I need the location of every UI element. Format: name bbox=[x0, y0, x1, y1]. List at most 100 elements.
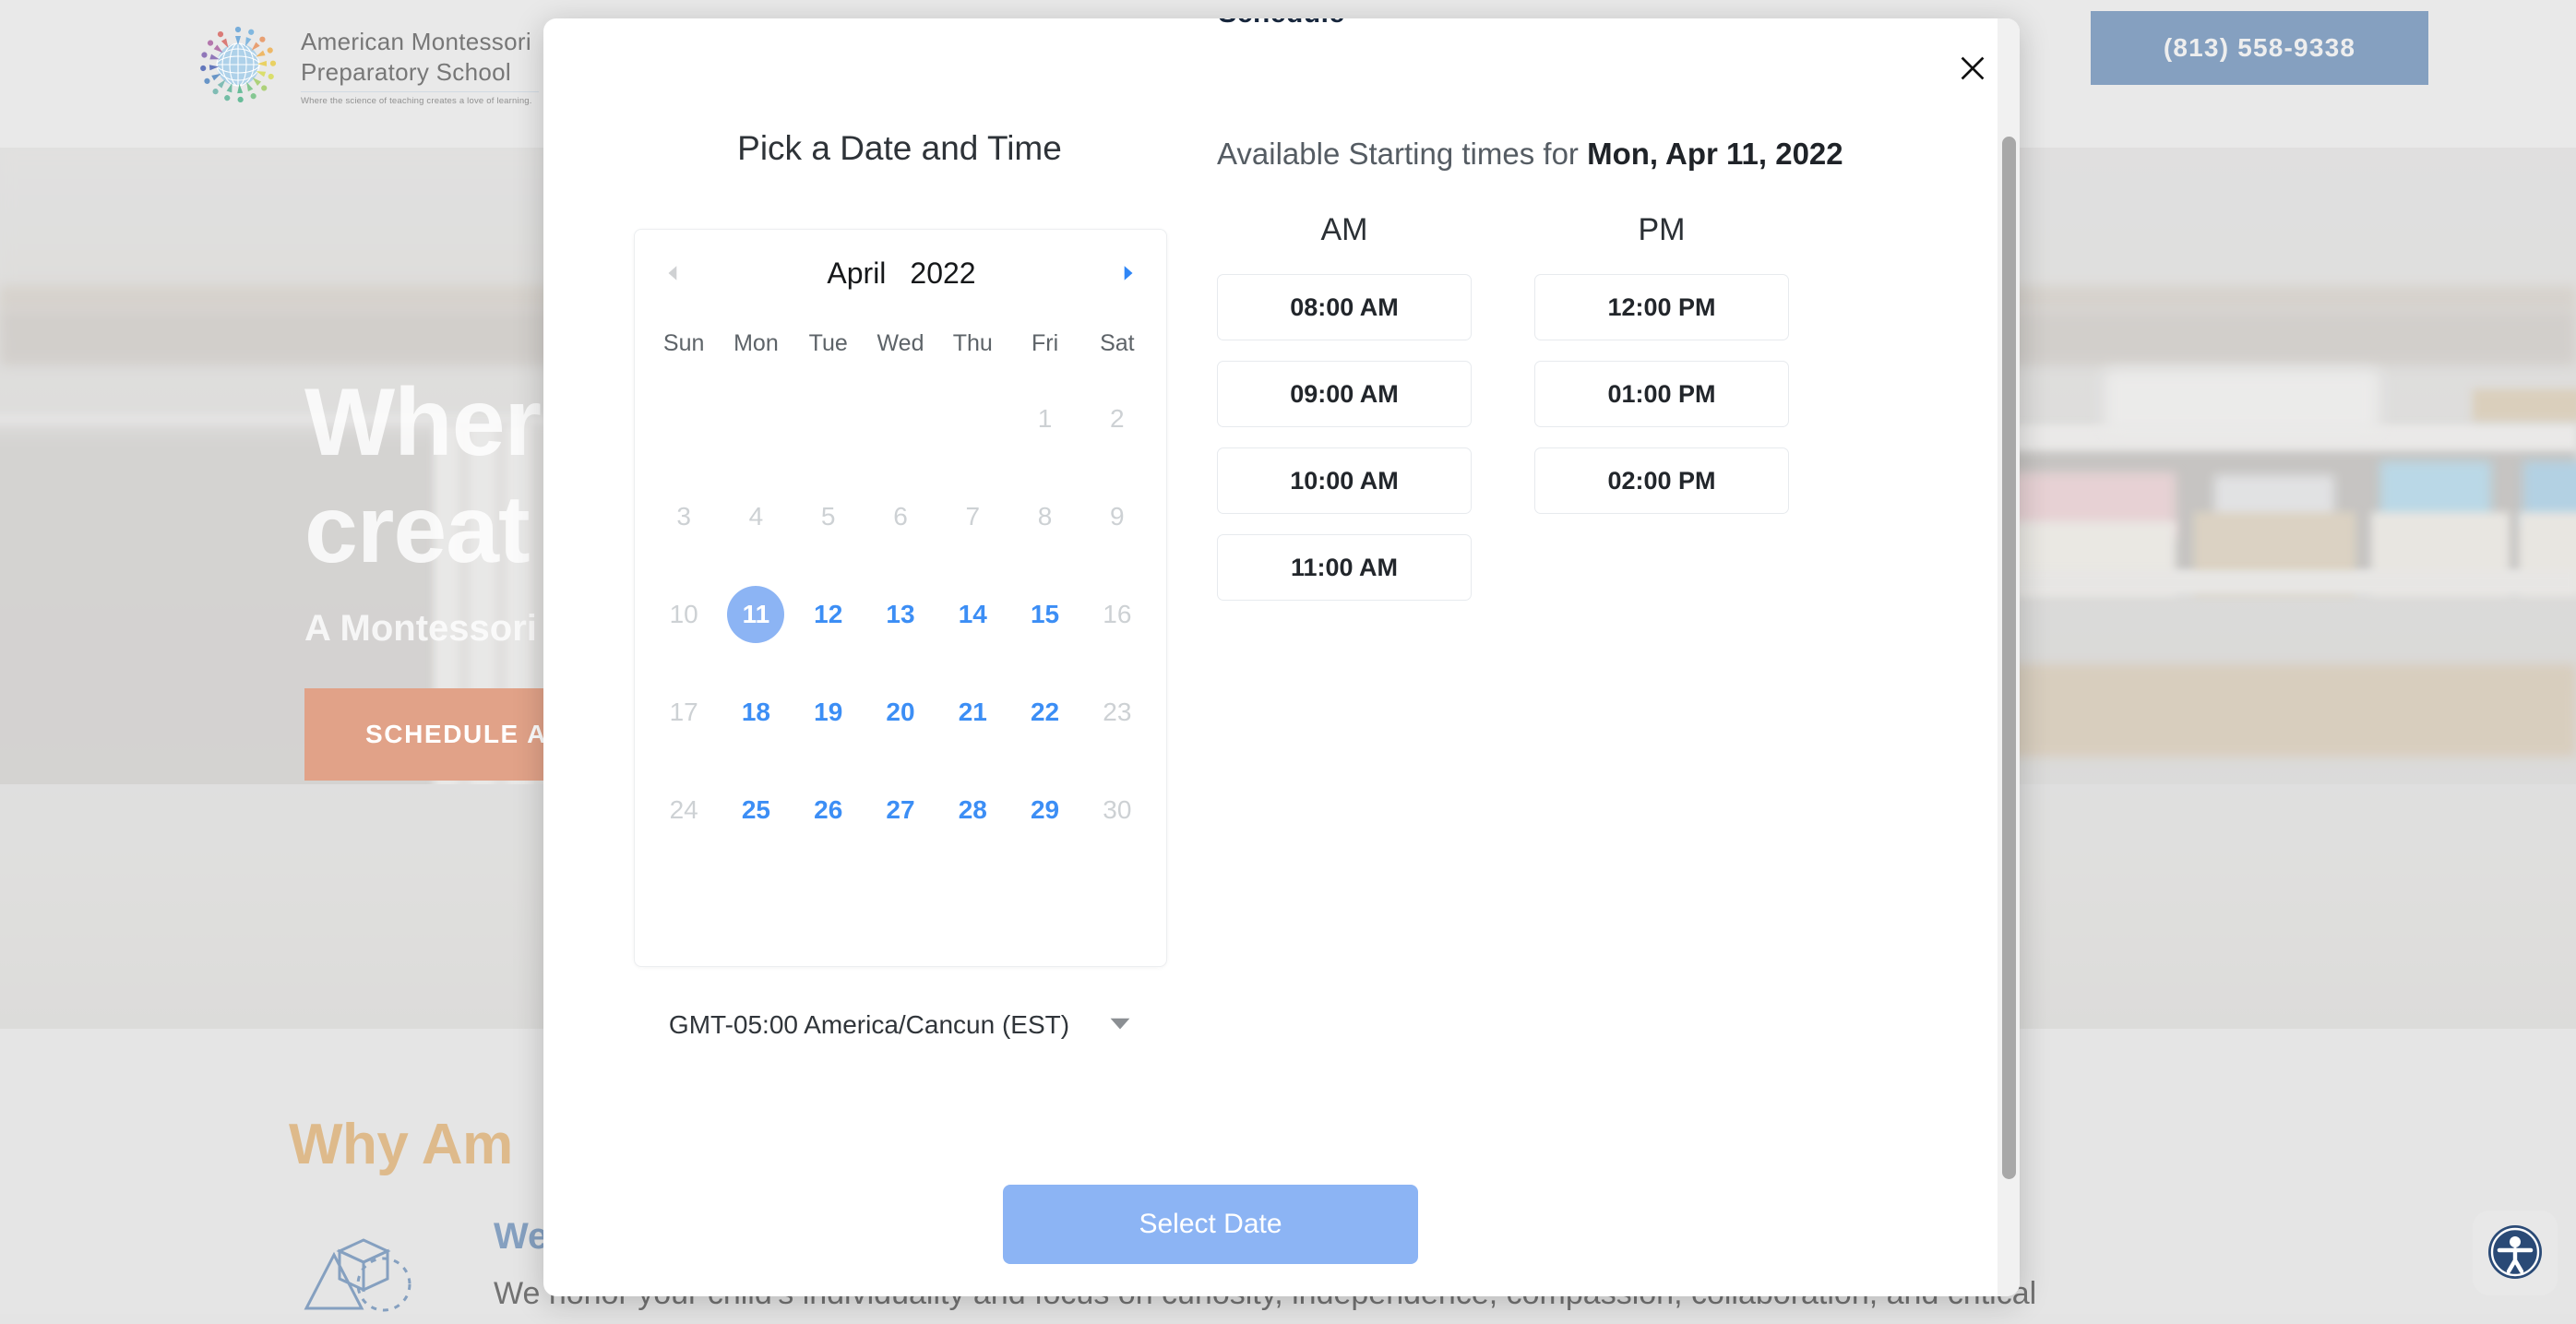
chevron-right-icon bbox=[1117, 263, 1138, 286]
calendar-day-label: 3 bbox=[676, 502, 691, 531]
calendar-day-18[interactable]: 18 bbox=[720, 663, 792, 761]
calendar-day-label: 18 bbox=[742, 698, 770, 727]
calendar-day-label: 28 bbox=[959, 795, 987, 825]
modal-scrollbar-thumb[interactable] bbox=[2002, 137, 2016, 1179]
calendar-day-label: 15 bbox=[1031, 600, 1059, 629]
calendar-day-label: 7 bbox=[965, 502, 980, 531]
calendar-weekday-wed: Wed bbox=[865, 316, 936, 370]
calendar-day-14[interactable]: 14 bbox=[936, 566, 1008, 663]
calendar-day-4: 4 bbox=[720, 468, 792, 566]
calendar-day-label: 4 bbox=[749, 502, 764, 531]
calendar-day-label: 30 bbox=[1103, 795, 1131, 825]
calendar-day-28[interactable]: 28 bbox=[936, 761, 1008, 859]
calendar-day-label: 25 bbox=[742, 795, 770, 825]
calendar-day-grid[interactable]: 1234567891011121314151617181920212223242… bbox=[635, 370, 1166, 859]
calendar-day-label: 5 bbox=[821, 502, 836, 531]
calendar-day-22[interactable]: 22 bbox=[1008, 663, 1080, 761]
calendar-empty-cell bbox=[720, 370, 792, 468]
modal-scrollbar[interactable] bbox=[1998, 18, 2020, 1296]
availability-heading: Available Starting times for Mon, Apr 11… bbox=[1217, 137, 1843, 172]
calendar-weekday-row: SunMonTueWedThuFriSat bbox=[635, 316, 1166, 370]
calendar-day-6: 6 bbox=[865, 468, 936, 566]
pm-slot-list: 12:00 PM 01:00 PM 02:00 PM bbox=[1534, 274, 1789, 514]
timezone-selector[interactable]: GMT-05:00 America/Cancun (EST) bbox=[634, 1010, 1167, 1040]
select-date-button[interactable]: Select Date bbox=[1003, 1185, 1418, 1264]
calendar-empty-cell bbox=[865, 370, 936, 468]
calendar-day-17: 17 bbox=[648, 663, 720, 761]
calendar-day-label: 26 bbox=[814, 795, 842, 825]
calendar-day-29[interactable]: 29 bbox=[1008, 761, 1080, 859]
caret-down-icon bbox=[1108, 1016, 1132, 1035]
pm-header: PM bbox=[1534, 212, 1789, 248]
calendar-day-30: 30 bbox=[1081, 761, 1153, 859]
calendar-day-24: 24 bbox=[648, 761, 720, 859]
calendar-day-label: 6 bbox=[893, 502, 908, 531]
calendar-day-label: 14 bbox=[959, 600, 987, 629]
calendar-day-label: 23 bbox=[1103, 698, 1131, 727]
available-times-panel: AM 08:00 AM 09:00 AM 10:00 AM 11:00 AM PM 1… bbox=[1217, 212, 1789, 621]
calendar-day-26[interactable]: 26 bbox=[793, 761, 865, 859]
am-header: AM bbox=[1217, 212, 1472, 248]
calendar-nav: April 2022 bbox=[635, 230, 1166, 316]
calendar-day-11[interactable]: 11 bbox=[720, 566, 792, 663]
calendar-month: April bbox=[827, 256, 886, 291]
calendar-day-21[interactable]: 21 bbox=[936, 663, 1008, 761]
calendar-day-label: 29 bbox=[1031, 795, 1059, 825]
calendar-day-25[interactable]: 25 bbox=[720, 761, 792, 859]
calendar-day-8: 8 bbox=[1008, 468, 1080, 566]
calendar-day-label: 9 bbox=[1110, 502, 1125, 531]
calendar-day-label: 19 bbox=[814, 698, 842, 727]
calendar-day-3: 3 bbox=[648, 468, 720, 566]
am-column: AM 08:00 AM 09:00 AM 10:00 AM 11:00 AM bbox=[1217, 212, 1472, 621]
calendar-day-10: 10 bbox=[648, 566, 720, 663]
pm-column: PM 12:00 PM 01:00 PM 02:00 PM bbox=[1534, 212, 1789, 621]
calendar-empty-cell bbox=[936, 370, 1008, 468]
calendar-weekday-mon: Mon bbox=[720, 316, 792, 370]
calendar-day-16: 16 bbox=[1081, 566, 1153, 663]
calendar-day-label: 27 bbox=[886, 795, 914, 825]
calendar-day-15[interactable]: 15 bbox=[1008, 566, 1080, 663]
calendar-day-label: 12 bbox=[814, 600, 842, 629]
calendar-day-label: 22 bbox=[1031, 698, 1059, 727]
calendar-day-20[interactable]: 20 bbox=[865, 663, 936, 761]
calendar-month-year-label: April 2022 bbox=[635, 230, 1168, 316]
calendar-day-label: 16 bbox=[1103, 600, 1131, 629]
calendar-day-5: 5 bbox=[793, 468, 865, 566]
time-slot-01-00-pm[interactable]: 01:00 PM bbox=[1534, 361, 1789, 427]
calendar-day-7: 7 bbox=[936, 468, 1008, 566]
calendar-day-label: 11 bbox=[727, 586, 784, 643]
calendar-day-label: 20 bbox=[886, 698, 914, 727]
scheduling-modal: Schedule Pick a Date and Time Available … bbox=[543, 18, 2020, 1296]
calendar-day-label: 8 bbox=[1038, 502, 1053, 531]
time-slot-11-00-am[interactable]: 11:00 AM bbox=[1217, 534, 1472, 601]
time-slot-12-00-pm[interactable]: 12:00 PM bbox=[1534, 274, 1789, 340]
calendar-day-23: 23 bbox=[1081, 663, 1153, 761]
calendar-card: April 2022 SunMonTueWedThuFriSat 1234567… bbox=[634, 229, 1167, 967]
time-slot-02-00-pm[interactable]: 02:00 PM bbox=[1534, 447, 1789, 514]
am-slot-list: 08:00 AM 09:00 AM 10:00 AM 11:00 AM bbox=[1217, 274, 1472, 601]
calendar-day-27[interactable]: 27 bbox=[865, 761, 936, 859]
calendar-empty-cell bbox=[648, 370, 720, 468]
calendar-weekday-fri: Fri bbox=[1008, 316, 1080, 370]
calendar-day-13[interactable]: 13 bbox=[865, 566, 936, 663]
pick-date-time-title: Pick a Date and Time bbox=[628, 129, 1171, 168]
calendar-empty-cell bbox=[793, 370, 865, 468]
availability-selected-date: Mon, Apr 11, 2022 bbox=[1587, 137, 1843, 171]
calendar-year: 2022 bbox=[910, 256, 975, 291]
calendar-day-label: 17 bbox=[670, 698, 698, 727]
calendar-day-label: 2 bbox=[1110, 404, 1125, 434]
time-slot-09-00-am[interactable]: 09:00 AM bbox=[1217, 361, 1472, 427]
calendar-weekday-thu: Thu bbox=[936, 316, 1008, 370]
timezone-value: GMT-05:00 America/Cancun (EST) bbox=[669, 1010, 1069, 1040]
calendar-day-19[interactable]: 19 bbox=[793, 663, 865, 761]
calendar-weekday-sun: Sun bbox=[648, 316, 720, 370]
time-slot-08-00-am[interactable]: 08:00 AM bbox=[1217, 274, 1472, 340]
time-slot-10-00-am[interactable]: 10:00 AM bbox=[1217, 447, 1472, 514]
calendar-weekday-sat: Sat bbox=[1081, 316, 1153, 370]
calendar-day-2: 2 bbox=[1081, 370, 1153, 468]
modal-body: Pick a Date and Time Available Starting … bbox=[543, 18, 1998, 1296]
calendar-day-label: 10 bbox=[670, 600, 698, 629]
calendar-next-month-button[interactable] bbox=[1111, 257, 1144, 291]
calendar-day-12[interactable]: 12 bbox=[793, 566, 865, 663]
calendar-day-9: 9 bbox=[1081, 468, 1153, 566]
